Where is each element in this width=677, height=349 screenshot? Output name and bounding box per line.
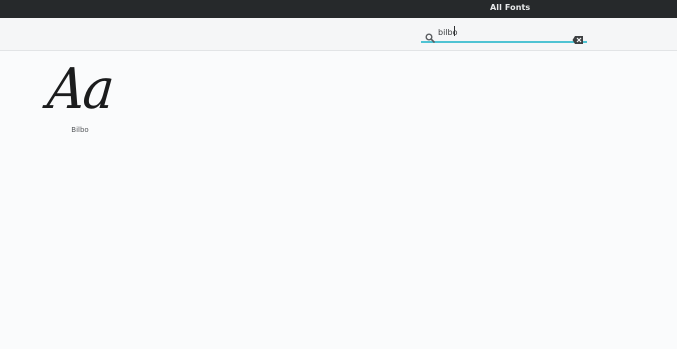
backspace-clear-icon bbox=[572, 30, 584, 49]
search-field[interactable] bbox=[421, 24, 587, 43]
clear-search-button[interactable] bbox=[572, 30, 584, 44]
font-tile-bilbo[interactable]: Aa Bilbo bbox=[40, 57, 120, 141]
text-caret bbox=[454, 26, 455, 36]
search-icon bbox=[425, 28, 435, 43]
font-name-label: Bilbo bbox=[71, 126, 89, 134]
window-title: All Fonts bbox=[490, 3, 531, 12]
header-bar: All Fonts bbox=[0, 0, 677, 18]
search-input[interactable] bbox=[438, 25, 568, 40]
font-preview: Aa bbox=[44, 57, 116, 122]
font-grid: Aa Bilbo bbox=[0, 51, 677, 349]
